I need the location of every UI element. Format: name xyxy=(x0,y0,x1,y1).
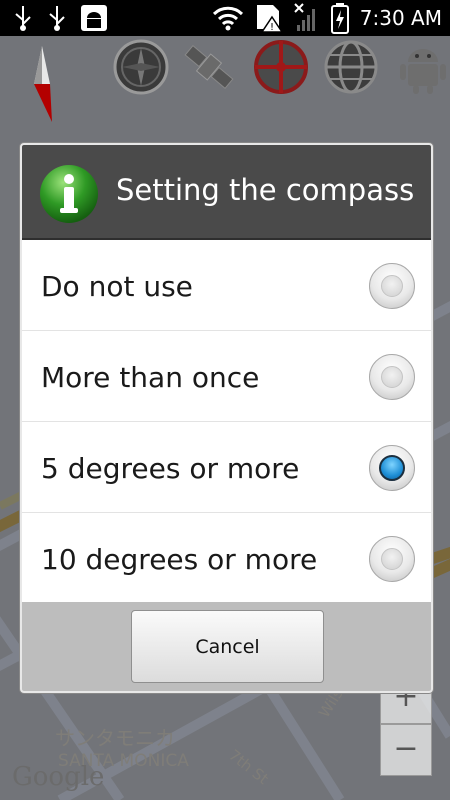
option-5-degrees[interactable]: 5 degrees or more xyxy=(22,422,431,513)
compass-icon[interactable] xyxy=(112,38,170,96)
radio-button[interactable] xyxy=(369,263,415,309)
compass-setting-dialog: Setting the compass Do not use More than… xyxy=(20,143,433,693)
option-10-degrees[interactable]: 10 degrees or more xyxy=(22,513,431,604)
radio-button[interactable] xyxy=(369,536,415,582)
option-label: Do not use xyxy=(41,270,193,303)
usb-icon xyxy=(49,6,65,31)
status-clock: 7:30 AM xyxy=(359,6,442,30)
svg-text:!: ! xyxy=(270,22,274,33)
radio-button-selected[interactable] xyxy=(369,445,415,491)
android-icon[interactable] xyxy=(394,38,450,96)
sd-card-warning-icon: ! xyxy=(256,5,284,33)
info-icon xyxy=(40,165,98,223)
option-label: More than once xyxy=(41,361,260,394)
cancel-button[interactable]: Cancel xyxy=(131,610,324,683)
android-debug-icon xyxy=(81,5,107,31)
radio-button[interactable] xyxy=(369,354,415,400)
usb-icon xyxy=(15,6,31,31)
option-label: 10 degrees or more xyxy=(41,543,318,576)
globe-icon[interactable] xyxy=(322,38,380,96)
options-list: Do not use More than once 5 degrees or m… xyxy=(22,240,431,604)
wifi-icon xyxy=(212,6,243,31)
option-do-not-use[interactable]: Do not use xyxy=(22,240,431,331)
status-bar: ! 7:30 AM xyxy=(0,0,450,36)
dialog-title: Setting the compass xyxy=(116,173,415,207)
battery-charging-icon xyxy=(330,3,349,34)
option-label: 5 degrees or more xyxy=(41,452,300,485)
no-signal-icon xyxy=(294,3,315,31)
google-logo: Google xyxy=(12,762,105,792)
dialog-footer: Cancel xyxy=(22,602,431,691)
option-more-than-once[interactable]: More than once xyxy=(22,331,431,422)
compass-needle-icon[interactable] xyxy=(22,44,62,124)
satellite-icon[interactable] xyxy=(180,38,238,96)
zoom-out-button[interactable]: − xyxy=(380,724,432,776)
dialog-header: Setting the compass xyxy=(22,145,431,240)
map-label-japanese: サンタモニカ xyxy=(55,726,175,750)
crosshair-icon[interactable] xyxy=(252,38,310,96)
map-toolbar xyxy=(0,36,450,122)
